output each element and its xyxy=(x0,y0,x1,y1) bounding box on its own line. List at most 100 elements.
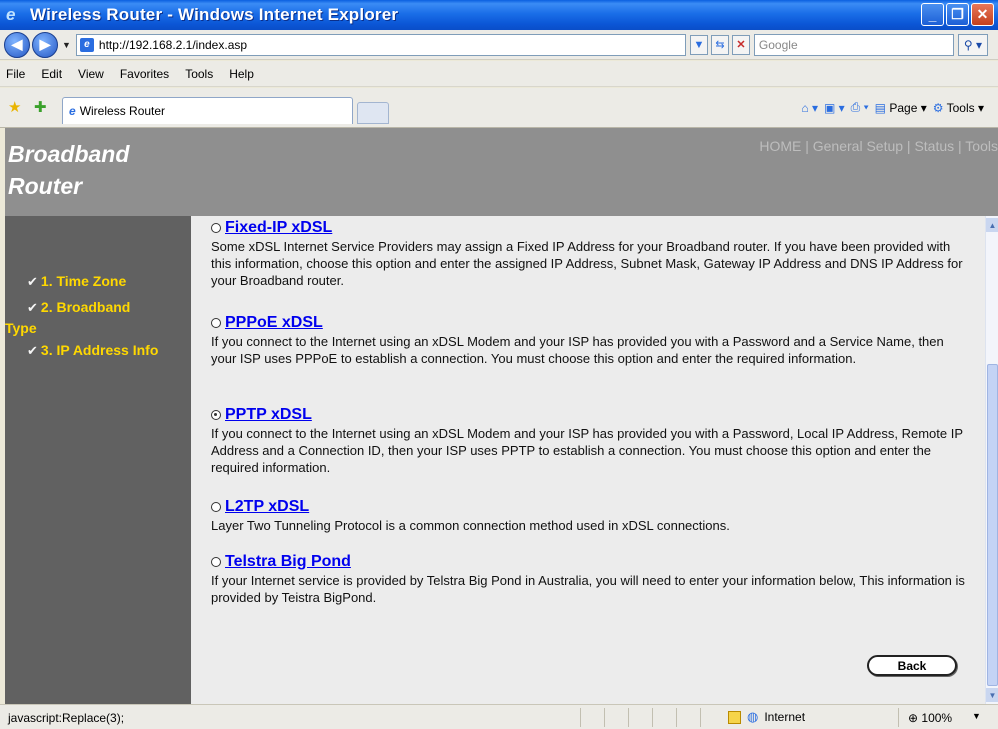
protected-mode-icon xyxy=(728,710,741,724)
print-icon[interactable]: ⎙ ▾ xyxy=(851,100,869,115)
scroll-up-icon[interactable]: ▲ xyxy=(986,218,998,232)
menu-file[interactable]: File xyxy=(0,67,33,81)
status-divider xyxy=(604,708,605,727)
option-header: Telstra Big Pond xyxy=(211,553,966,571)
menu-bar: File Edit View Favorites Tools Help xyxy=(0,61,998,87)
search-input[interactable]: Google xyxy=(753,33,954,56)
address-text: http://192.168.2.1/index.asp xyxy=(98,37,248,52)
sidebar-step-time-zone[interactable]: ✔ 1. Time Zone xyxy=(27,270,126,293)
sidebar-step-broadband-type[interactable]: Type xyxy=(5,317,37,339)
tab-label: Wireless Router xyxy=(79,104,166,118)
tab-ie-icon: e xyxy=(69,104,76,118)
menu-tools[interactable]: Tools xyxy=(177,67,221,81)
status-text: javascript:Replace(3); xyxy=(8,711,125,725)
page-icon: e xyxy=(79,37,94,52)
pppoe-radio[interactable] xyxy=(211,318,221,328)
status-divider xyxy=(652,708,653,727)
globe-icon: ◍ xyxy=(747,709,759,724)
telstra-radio[interactable] xyxy=(211,557,221,567)
refresh-icon[interactable]: ⇆ xyxy=(710,34,729,55)
back-button[interactable]: Back xyxy=(867,655,957,676)
tab-bar: ★ ✚ e Wireless Router ⌂ ▾ ▣ ▾ ⎙ ▾ ▤ Page… xyxy=(0,88,998,128)
scroll-down-icon[interactable]: ▼ xyxy=(986,688,998,702)
address-input[interactable]: e http://192.168.2.1/index.asp xyxy=(75,33,686,56)
fixed-ip-radio[interactable] xyxy=(211,223,221,233)
pppoe-link[interactable]: PPPoE xDSL xyxy=(225,314,323,332)
tools-menu-button[interactable]: ⚙ Tools ▾ xyxy=(933,101,984,115)
back-nav-button[interactable]: ◀ xyxy=(4,31,30,58)
history-dropdown-icon[interactable]: ▼ xyxy=(62,40,71,50)
option-header: PPPoE xDSL xyxy=(211,314,966,332)
window-title: Wireless Router - Windows Internet Explo… xyxy=(30,5,399,24)
option-header: PPTP xDSL xyxy=(211,406,966,424)
option-header: L2TP xDSL xyxy=(211,498,966,516)
favorites-star-icon[interactable]: ★ xyxy=(8,98,21,116)
option-fixed-ip: Fixed-IP xDSL Some xDSL Internet Service… xyxy=(211,219,966,289)
fixed-ip-link[interactable]: Fixed-IP xDSL xyxy=(225,219,332,237)
pptp-radio[interactable] xyxy=(211,410,221,420)
status-divider xyxy=(628,708,629,727)
check-icon: ✔ xyxy=(27,274,38,289)
address-dropdown-icon[interactable]: ▼ xyxy=(689,34,708,55)
status-divider xyxy=(676,708,677,727)
option-description: If you connect to the Internet using an … xyxy=(211,426,963,475)
check-icon: ✔ xyxy=(27,343,38,358)
top-navigation[interactable]: HOME | General Setup | Status | Tools xyxy=(759,138,998,154)
zoom-dropdown-icon[interactable]: ▼ xyxy=(972,711,981,721)
title-bar: e Wireless Router - Windows Internet Exp… xyxy=(0,0,998,30)
tab-wireless-router[interactable]: e Wireless Router xyxy=(62,97,353,124)
sidebar-step-broadband[interactable]: ✔ 2. Broadband xyxy=(27,296,130,319)
search-icon[interactable]: ⚲ ▾ xyxy=(957,33,988,56)
zone-label: Internet xyxy=(764,710,806,724)
menu-edit[interactable]: Edit xyxy=(33,67,70,81)
status-divider xyxy=(898,708,899,727)
maximize-button[interactable]: ❐ xyxy=(946,3,969,26)
status-divider xyxy=(700,708,701,727)
window-controls: _ ❐ ✕ xyxy=(921,3,994,26)
address-actions: ▼ ⇆ ✕ xyxy=(689,34,750,55)
pptp-link[interactable]: PPTP xDSL xyxy=(225,406,312,424)
address-toolbar: ◀ ▶ ▼ e http://192.168.2.1/index.asp ▼ ⇆… xyxy=(0,30,998,60)
telstra-link[interactable]: Telstra Big Pond xyxy=(225,553,351,571)
option-header: Fixed-IP xDSL xyxy=(211,219,966,237)
brand-line-1: Broadband xyxy=(8,141,130,167)
scroll-thumb[interactable] xyxy=(987,364,998,686)
minimize-button[interactable]: _ xyxy=(921,3,944,26)
sidebar-step-ip-address[interactable]: ✔ 3. IP Address Info xyxy=(27,339,158,362)
router-header: Broadband Router HOME | General Setup | … xyxy=(5,128,998,216)
security-zone[interactable]: ◍ Internet xyxy=(728,709,805,725)
ie-logo-icon: e xyxy=(6,5,16,24)
l2tp-link[interactable]: L2TP xDSL xyxy=(225,498,309,516)
home-icon[interactable]: ⌂ ▾ xyxy=(801,101,818,115)
menu-favorites[interactable]: Favorites xyxy=(112,67,177,81)
feeds-icon[interactable]: ▣ ▾ xyxy=(824,101,845,115)
option-telstra: Telstra Big Pond If your Internet servic… xyxy=(211,553,966,606)
menu-help[interactable]: Help xyxy=(221,67,262,81)
option-description: If your Internet service is provided by … xyxy=(211,573,965,605)
connection-type-panel: Fixed-IP xDSL Some xDSL Internet Service… xyxy=(191,216,985,704)
gear-icon: ⚙ xyxy=(932,100,944,115)
option-pptp: PPTP xDSL If you connect to the Internet… xyxy=(211,406,966,476)
add-favorites-icon[interactable]: ✚ xyxy=(34,98,47,116)
new-tab-button[interactable] xyxy=(357,102,389,124)
option-pppoe: PPPoE xDSL If you connect to the Interne… xyxy=(211,314,966,367)
option-description: If you connect to the Internet using an … xyxy=(211,334,944,366)
page-menu-button[interactable]: ▤ Page ▾ xyxy=(875,101,927,115)
status-bar: javascript:Replace(3); ◍ Internet ⊕ 100%… xyxy=(0,704,998,729)
menu-view[interactable]: View xyxy=(70,67,112,81)
stop-icon[interactable]: ✕ xyxy=(731,34,750,55)
close-button[interactable]: ✕ xyxy=(971,3,994,26)
zoom-level[interactable]: ⊕ 100% xyxy=(908,711,952,725)
browser-window: e Wireless Router - Windows Internet Exp… xyxy=(0,0,998,729)
option-l2tp: L2TP xDSL Layer Two Tunneling Protocol i… xyxy=(211,498,966,534)
command-bar: ⌂ ▾ ▣ ▾ ⎙ ▾ ▤ Page ▾ ⚙ Tools ▾ xyxy=(801,100,984,115)
page-icon-small: ▤ xyxy=(874,100,886,115)
l2tp-radio[interactable] xyxy=(211,502,221,512)
forward-nav-button[interactable]: ▶ xyxy=(32,31,58,58)
option-description: Some xDSL Internet Service Providers may… xyxy=(211,239,963,288)
option-description: Layer Two Tunneling Protocol is a common… xyxy=(211,518,730,533)
brand-line-2: Router xyxy=(8,173,83,199)
vertical-scrollbar[interactable]: ▲ ▼ xyxy=(985,216,998,704)
brand-title: Broadband Router xyxy=(8,138,129,202)
wizard-sidebar: ✔ 1. Time Zone ✔ 2. Broadband Type ✔ 3. IP … xyxy=(5,216,191,704)
